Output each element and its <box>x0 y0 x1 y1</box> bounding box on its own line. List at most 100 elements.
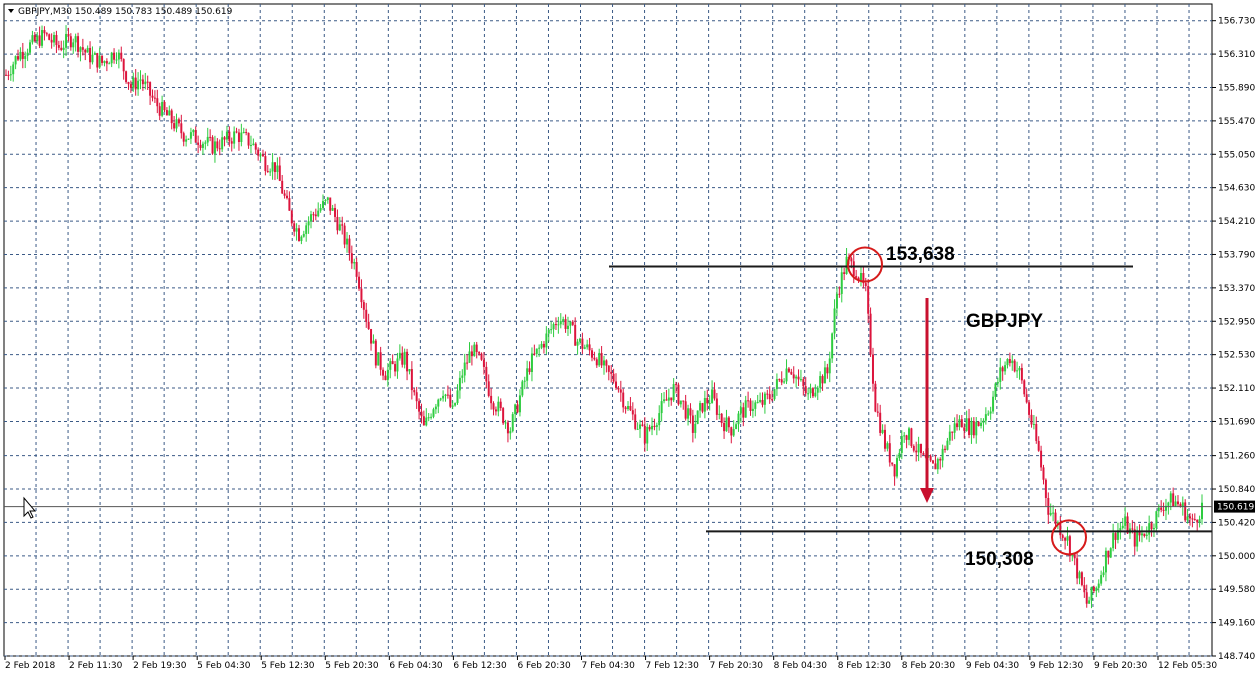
candle-body <box>526 368 529 381</box>
candle-body <box>108 63 111 65</box>
candle-body <box>432 409 435 417</box>
candle-body <box>38 35 41 46</box>
candle-body <box>912 446 915 451</box>
candle-body <box>833 308 836 334</box>
candle-body <box>992 396 995 412</box>
y-tick-label: 152.530 <box>1218 351 1255 361</box>
candle-body <box>615 381 618 388</box>
candle-body <box>590 350 593 358</box>
candle-body <box>920 443 923 454</box>
candle-body <box>278 165 281 181</box>
candle-body <box>139 79 142 81</box>
candle-body <box>756 401 759 403</box>
candle-body <box>158 106 161 116</box>
candle-body <box>506 422 509 434</box>
candle-body <box>245 132 248 134</box>
candle-body <box>230 141 233 144</box>
candle-body <box>749 400 752 411</box>
candle-body <box>187 138 190 140</box>
candle-body <box>972 421 975 436</box>
candle-body <box>713 389 716 399</box>
candle-body <box>816 387 819 393</box>
candle-body <box>305 225 308 234</box>
candle-body <box>494 409 497 412</box>
candle-body <box>297 228 300 241</box>
candle-body <box>91 54 94 63</box>
candle-body <box>192 130 195 133</box>
candle-body <box>1143 533 1146 536</box>
y-tick-label: 155.890 <box>1218 83 1255 93</box>
candle-body <box>466 362 469 364</box>
candle-body <box>480 353 483 360</box>
candle-body <box>715 398 718 415</box>
candle-body <box>451 405 454 407</box>
price-chart[interactable]: 156.730 156.310 155.890 155.470 155.050 154.6… <box>0 0 1257 678</box>
candle-body <box>540 343 543 348</box>
candle-body <box>338 224 341 231</box>
candle-body <box>1054 512 1057 524</box>
candle-body <box>622 392 625 408</box>
candle-body <box>694 423 697 433</box>
x-tick-label: 9 Feb 20:30 <box>1094 661 1148 671</box>
candle-body <box>168 110 171 116</box>
candle-body <box>252 143 255 146</box>
candle-body <box>651 425 654 430</box>
candle-body <box>809 388 812 394</box>
candle-body <box>869 313 872 355</box>
candle-body <box>346 238 349 245</box>
candle-body <box>350 253 353 264</box>
y-tick-label: 151.260 <box>1218 452 1255 462</box>
candle-body <box>261 154 264 157</box>
candle-body <box>72 42 75 48</box>
candle-body <box>156 98 159 107</box>
candle-body <box>343 225 346 245</box>
candle-body <box>588 344 591 351</box>
candle-body <box>463 362 466 376</box>
candle-body <box>807 393 810 395</box>
candle-body <box>1004 365 1007 372</box>
candle-body <box>811 388 814 397</box>
candle-body <box>475 344 478 353</box>
candle-body <box>948 431 951 441</box>
candle-body <box>658 413 661 426</box>
candle-body <box>427 417 430 419</box>
candle-body <box>1078 572 1081 579</box>
candle-body <box>552 324 555 330</box>
candle-body <box>586 344 589 348</box>
candle-body <box>473 344 476 357</box>
candle-body <box>389 361 392 370</box>
candle-body <box>50 39 53 43</box>
candle-body <box>999 367 1002 382</box>
candle-body <box>958 419 961 428</box>
candle-body <box>1068 536 1071 557</box>
candle-body <box>874 383 877 412</box>
candle-body <box>221 137 224 150</box>
candle-body <box>204 142 207 144</box>
candle-body <box>780 379 783 383</box>
x-tick-label: 6 Feb 12:30 <box>453 661 507 671</box>
x-tick-label: 2 Feb 2018 <box>5 661 56 671</box>
candle-body <box>482 359 485 367</box>
candle-body <box>199 144 202 148</box>
candle-body <box>348 238 351 254</box>
y-tick-label: 152.110 <box>1218 384 1255 394</box>
candle-body <box>893 464 896 477</box>
candle-body <box>19 51 22 60</box>
candle-body <box>773 389 776 400</box>
candle-body <box>509 431 512 434</box>
candle-body <box>1028 402 1031 415</box>
candle-body <box>761 399 764 405</box>
candle-body <box>163 101 166 111</box>
candle-body <box>300 236 303 241</box>
candle-body <box>74 36 77 43</box>
candle-body <box>410 369 413 391</box>
candle-body <box>766 393 769 395</box>
candle-body <box>593 357 596 360</box>
candle-body <box>96 53 99 68</box>
candle-body <box>93 53 96 55</box>
candle-body <box>285 195 288 199</box>
candle-body <box>946 440 949 450</box>
x-tick-label: 12 Feb 05:30 <box>1158 661 1217 671</box>
candle-body <box>26 52 29 56</box>
candle-body <box>1023 380 1026 395</box>
